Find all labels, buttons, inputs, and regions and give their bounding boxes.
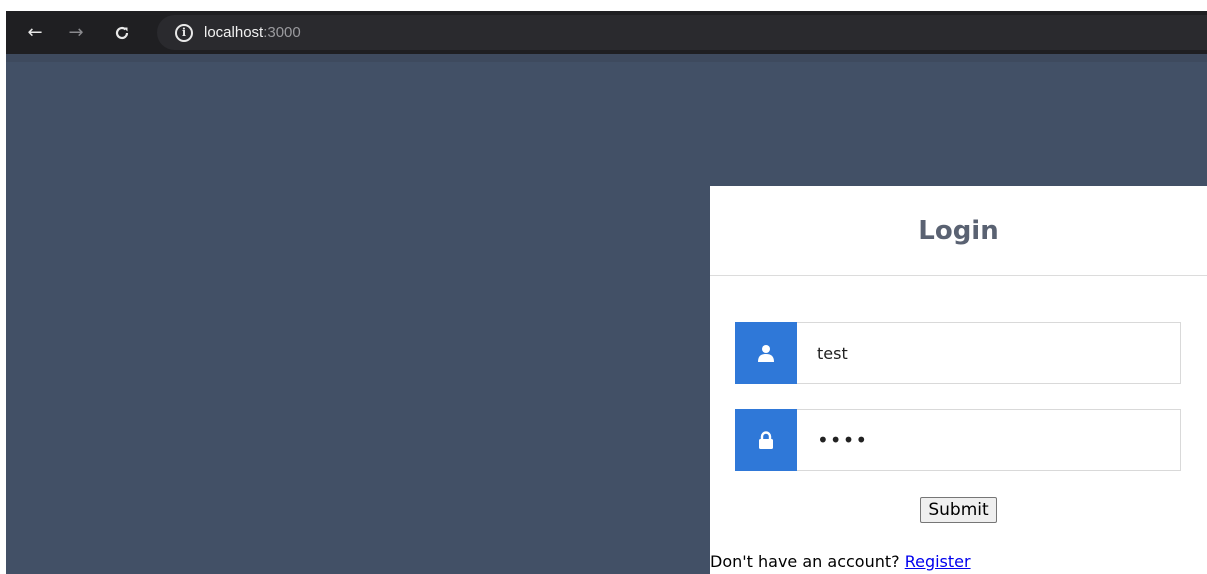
forward-button[interactable]: →	[61, 11, 91, 54]
username-icon-box	[735, 322, 797, 384]
register-prompt-text: Don't have an account?	[710, 552, 905, 571]
page-title: Login	[918, 215, 999, 246]
login-card-header: Login	[710, 186, 1207, 276]
info-icon[interactable]: i	[175, 24, 193, 42]
page-viewport: Login test Submit Don't have an account?…	[6, 54, 1207, 574]
viewport-top-shade	[6, 54, 1207, 62]
arrow-right-icon: →	[68, 22, 84, 43]
submit-button[interactable]: Submit	[920, 497, 997, 523]
user-icon	[758, 345, 774, 362]
screen: ← → i localhost:3000 Login test Submit D…	[0, 0, 1207, 574]
lock-icon	[759, 430, 773, 449]
reload-icon	[115, 26, 129, 39]
username-input[interactable]	[797, 322, 1181, 384]
register-link[interactable]: Register	[905, 552, 971, 571]
url-port: :3000	[263, 24, 301, 41]
submit-row: Submit	[710, 497, 1207, 523]
address-bar[interactable]: i localhost:3000	[157, 15, 1207, 50]
url-host: localhost	[204, 24, 264, 41]
reload-button[interactable]	[107, 11, 137, 54]
username-field	[735, 322, 1181, 384]
password-input[interactable]	[797, 409, 1181, 471]
back-button[interactable]: ←	[20, 11, 50, 54]
url-text: localhost:3000	[204, 23, 301, 42]
password-field	[735, 409, 1181, 471]
arrow-left-icon: ←	[27, 22, 43, 43]
browser-toolbar: ← → i localhost:3000	[6, 11, 1207, 54]
login-card: Login test Submit Don't have an account?…	[710, 186, 1207, 574]
register-prompt: Don't have an account? Register	[710, 552, 971, 571]
password-icon-box	[735, 409, 797, 471]
